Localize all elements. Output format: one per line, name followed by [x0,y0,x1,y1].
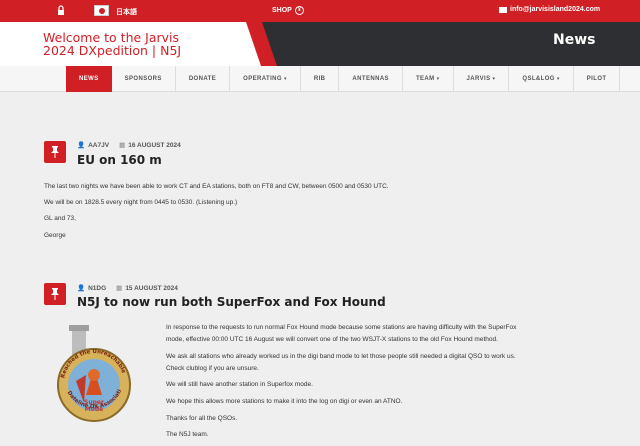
nav-item-antennas[interactable]: ANTENNAS [339,66,403,92]
post-meta: 👤 AA7JV ▦ 16 AUGUST 2024 [77,141,181,149]
chevron-down-icon: ▾ [556,76,560,82]
post-title[interactable]: N5J to now run both SuperFox and Fox Hou… [77,295,386,309]
post-paragraph: Thanks for all the QSOs. [166,415,238,422]
post-paragraph: GL and 73, [44,215,76,222]
post-paragraph: We will be on 1828.5 every night from 04… [44,199,238,206]
post-title[interactable]: EU on 160 m [77,153,162,167]
user-icon: 👤 [77,285,86,292]
nav-item-jarvis[interactable]: JARVIS ▾ [454,66,510,92]
nav-item-rib[interactable]: RIB [301,66,340,92]
post-paragraph: In response to the requests to run norma… [166,324,517,331]
post-paragraph: George [44,232,66,239]
nav-item-operating[interactable]: OPERATING ▾ [230,66,301,92]
post-paragraph: mode, effective 00:00 UTC 16 August we w… [166,336,498,343]
lock-icon[interactable] [57,5,65,17]
post-meta: 👤 N1DG ▦ 15 AUGUST 2024 [77,284,178,292]
user-icon: 👤 [77,142,86,149]
envelope-icon [499,6,507,13]
chevron-down-icon: ▾ [492,76,496,82]
shop-label: SHOP [272,7,292,14]
superfox-logo: Super Mode Reached the Unreachable Datel… [54,323,131,422]
nav-item-donate[interactable]: DONATE [176,66,231,92]
calendar-icon: ▦ [116,285,123,292]
calendar-icon: ▦ [119,142,126,149]
main-nav: NEWS SPONSORS DONATE OPERATING ▾ RIB ANTENNAS T… [0,66,640,92]
post-date: 15 AUGUST 2024 [125,285,178,292]
post-paragraph: We will still have another station in Su… [166,381,313,388]
nav-item-sponsors[interactable]: SPONSORS [112,66,176,92]
post-paragraph: We ask all stations who already worked u… [166,353,516,360]
japan-flag-icon[interactable] [94,5,109,16]
chevron-down-icon: ▾ [436,76,440,82]
pin-icon [44,141,66,163]
page-title: News [553,32,596,48]
site-header: Welcome to the Jarvis 2024 DXpedition | … [0,22,640,66]
email-link[interactable]: info@jarvisisland2024.com [499,6,600,13]
email-address: info@jarvisisland2024.com [510,6,601,13]
chevron-down-icon: ▾ [283,76,287,82]
post-paragraph: Check clublog if you are unsure. [166,365,259,372]
language-link[interactable]: 日本語 [116,7,137,17]
nav-item-qsl-log[interactable]: QSL&LOG ▾ [509,66,574,92]
post-date: 16 AUGUST 2024 [128,142,181,149]
site-title[interactable]: Welcome to the Jarvis 2024 DXpedition | … [43,31,181,57]
post-paragraph: The last two nights we have been able to… [44,183,389,190]
nav-item-pilot[interactable]: PILOT [574,66,621,92]
nav-item-team[interactable]: TEAM ▾ [403,66,454,92]
nav-item-news[interactable]: NEWS [66,66,112,92]
pin-icon [44,283,66,305]
cart-icon: ¥ [294,6,304,15]
post-author[interactable]: N1DG [88,285,106,292]
post-paragraph: The N5J team. [166,431,209,438]
post-paragraph: We hope this allows more stations to mak… [166,398,403,405]
post-author[interactable]: AA7JV [88,142,109,149]
top-bar: 日本語 SHOP ¥ info@jarvisisland2024.com [0,0,640,22]
shop-link[interactable]: SHOP ¥ [272,6,304,15]
